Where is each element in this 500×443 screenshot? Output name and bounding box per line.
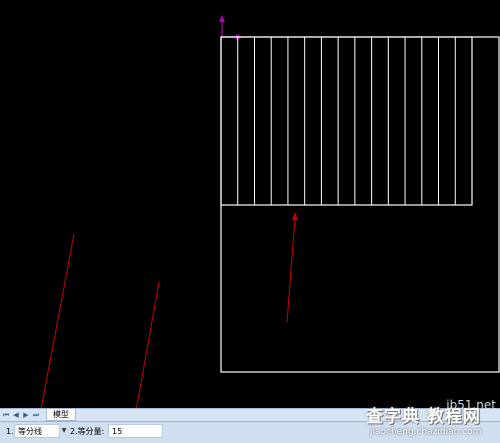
- division-count-input[interactable]: 15: [108, 424, 163, 438]
- divided-area-frame: [220, 36, 473, 206]
- arrow-to-drawing: [286, 217, 296, 323]
- arrow-to-field2: [135, 281, 160, 408]
- watermark: 查字典 教程网 jb51.net jiaocheng.chazidian.com: [362, 396, 500, 442]
- watermark-url: jiaocheng.chazidian.com: [370, 427, 482, 437]
- field2-label: 2.等分量:: [70, 427, 105, 436]
- arrow-to-drawing-head: [292, 212, 298, 220]
- divided-area: [220, 36, 473, 206]
- watermark-domain: jb51.net: [446, 398, 496, 412]
- last-tab-button[interactable]: ⏭: [32, 410, 40, 420]
- divide-mode-select[interactable]: 等分线: [14, 424, 60, 438]
- chevron-down-icon[interactable]: ▼: [60, 424, 68, 438]
- next-tab-button[interactable]: ▶: [22, 410, 30, 420]
- drawing-canvas[interactable]: [0, 0, 500, 408]
- ucs-icon: [219, 15, 243, 40]
- field1-label: 1.: [6, 427, 14, 436]
- tab-model[interactable]: 模型: [46, 409, 76, 421]
- arrow-to-field1: [40, 233, 75, 408]
- annotation-arrows: [40, 212, 298, 408]
- first-tab-button[interactable]: ⏮: [2, 410, 10, 420]
- prev-tab-button[interactable]: ◀: [12, 410, 20, 420]
